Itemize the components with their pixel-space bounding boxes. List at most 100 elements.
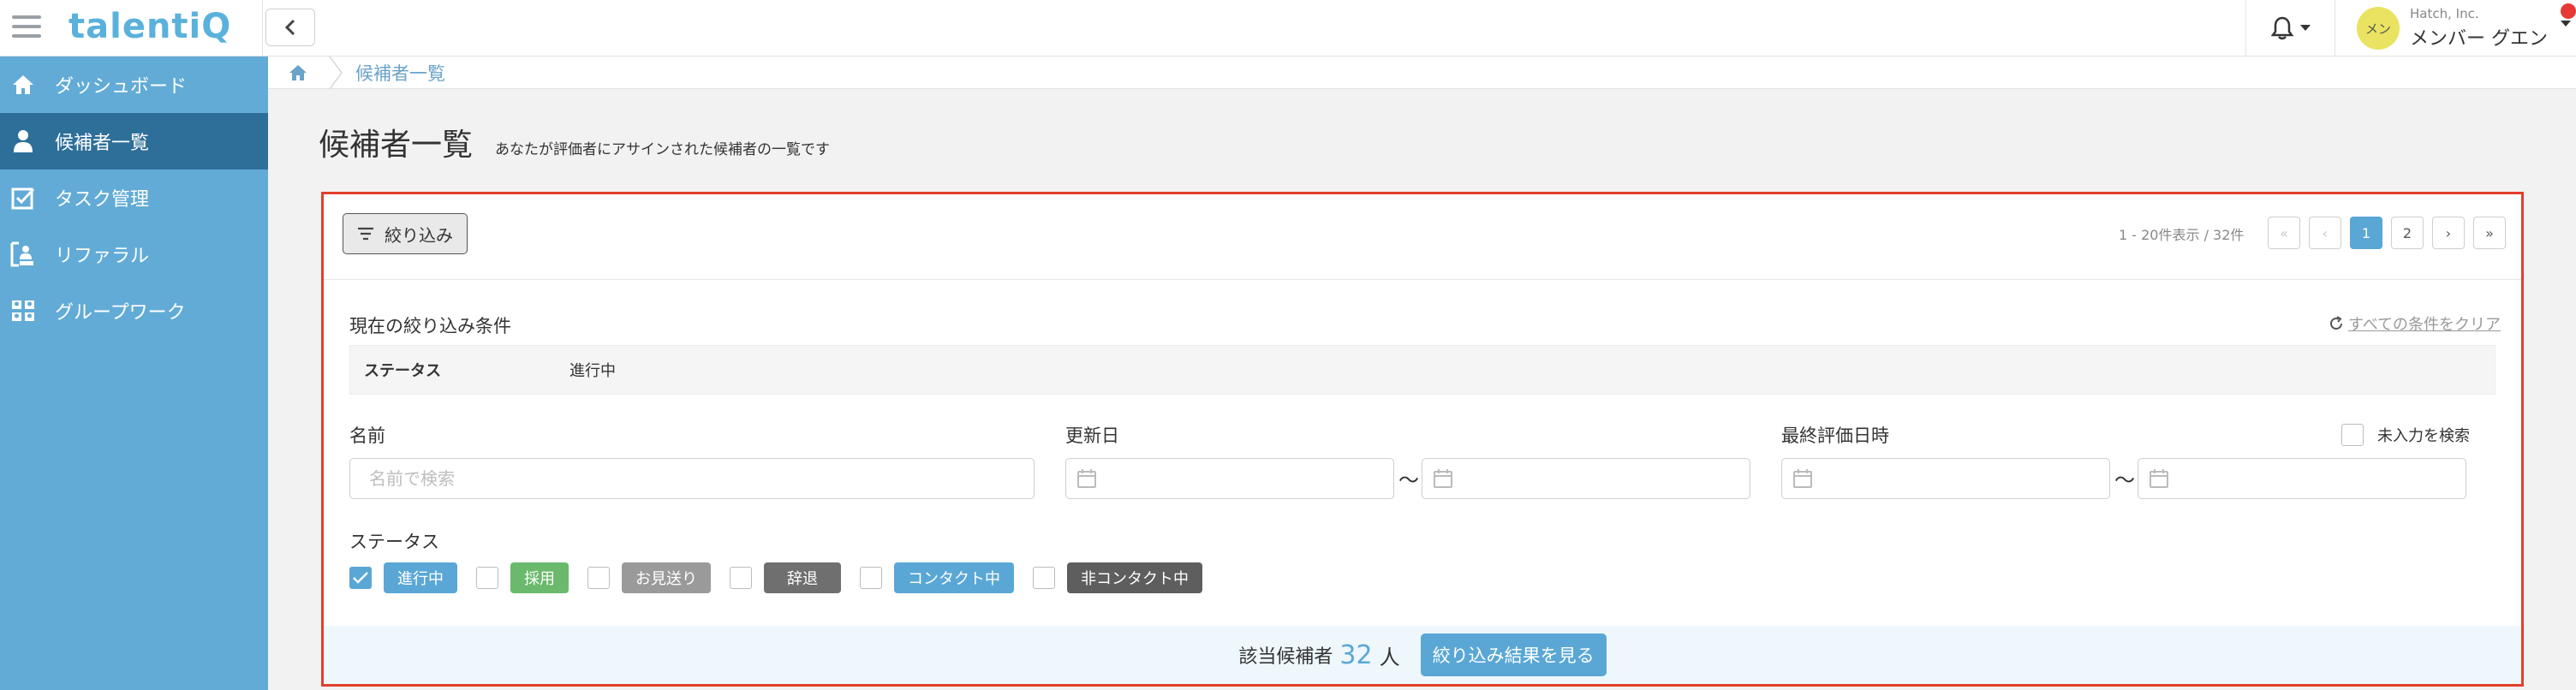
check-icon xyxy=(353,572,368,584)
page-description: あなたが評価者にアサインされた候補者の一覧です xyxy=(495,141,830,158)
status-label: ステータス xyxy=(349,532,439,552)
range-separator: 〜 xyxy=(2114,468,2135,492)
breadcrumb-current[interactable]: 候補者一覧 xyxy=(355,60,445,86)
status-badge: 進行中 xyxy=(384,562,457,593)
status-option-rejected[interactable]: お見送り xyxy=(587,562,711,593)
notifications-button[interactable] xyxy=(2261,12,2321,45)
status-option-not-contacting[interactable]: 非コンタクト中 xyxy=(1033,562,1202,593)
status-badge: 非コンタクト中 xyxy=(1067,562,1202,593)
sidebar-item-label: リファラル xyxy=(55,246,150,267)
next-page-button[interactable]: › xyxy=(2432,217,2465,249)
clear-conditions-label: すべての条件をクリア xyxy=(2348,316,2501,334)
home-icon xyxy=(289,64,307,80)
status-badge: お見送り xyxy=(622,562,711,593)
result-label: 該当候補者 xyxy=(1238,646,1333,668)
top-bar: talentiQ メン Hatch, Inc. メンバー グエン xyxy=(0,0,2576,57)
status-badge: 辞退 xyxy=(764,562,841,593)
notification-dot xyxy=(2561,3,2576,19)
status-option-in-progress[interactable]: 進行中 xyxy=(349,562,457,593)
status-checkbox[interactable] xyxy=(860,567,882,589)
view-results-button[interactable]: 絞り込み結果を見る xyxy=(1420,633,1607,676)
condition-row: ステータス 進行中 xyxy=(349,345,2496,395)
status-checkbox[interactable] xyxy=(730,567,752,589)
user-meta: Hatch, Inc. メンバー グエン xyxy=(2410,6,2548,51)
result-count: 32 xyxy=(1339,639,1373,670)
sidebar-item-label: グループワーク xyxy=(55,302,186,324)
calendar-icon xyxy=(2150,469,2168,488)
result-unit: 人 xyxy=(1379,645,1400,669)
empty-search-option[interactable]: 未入力を検索 xyxy=(2341,424,2470,446)
last-page-button[interactable]: » xyxy=(2473,217,2506,249)
panel-header: 絞り込み 1 - 20件表示 / 32件 « ‹ 1 2 › » xyxy=(324,194,2521,280)
updated-date-from[interactable] xyxy=(1065,458,1394,499)
sidebar-item-label: タスク管理 xyxy=(55,189,150,211)
home-icon xyxy=(10,72,36,98)
calendar-icon xyxy=(1434,469,1452,488)
status-option-hired[interactable]: 採用 xyxy=(476,562,569,593)
condition-key: ステータス xyxy=(364,362,441,380)
bell-icon xyxy=(2271,16,2293,40)
status-badge: コンタクト中 xyxy=(894,562,1014,593)
user-menu[interactable]: メン Hatch, Inc. メンバー グエン xyxy=(2348,0,2576,57)
name-search-input[interactable] xyxy=(349,458,1035,499)
sidebar-item-tasks[interactable]: タスク管理 xyxy=(0,170,268,226)
calendar-icon xyxy=(1793,469,1812,488)
breadcrumb-home[interactable] xyxy=(268,57,328,89)
result-bar: 該当候補者 32 人 絞り込み結果を見る xyxy=(324,626,2521,684)
sidebar-item-label: ダッシュボード xyxy=(55,76,188,98)
menu-icon[interactable] xyxy=(12,15,41,39)
empty-search-label: 未入力を検索 xyxy=(2377,427,2470,445)
last-evaluation-from[interactable] xyxy=(1781,458,2110,499)
sidebar-item-dashboard[interactable]: ダッシュボード xyxy=(0,57,268,113)
status-option-contacting[interactable]: コンタクト中 xyxy=(860,562,1014,593)
sidebar-item-groupwork[interactable]: グループワーク xyxy=(0,283,268,339)
person-icon xyxy=(10,128,36,154)
sidebar: ダッシュボード 候補者一覧 タスク管理 リファラル グループワーク xyxy=(0,57,268,690)
empty-search-checkbox[interactable] xyxy=(2341,424,2364,446)
pagination: « ‹ 1 2 › » xyxy=(2268,217,2506,249)
breadcrumb-separator xyxy=(329,56,343,89)
status-badge: 採用 xyxy=(510,562,569,593)
filter-icon xyxy=(358,227,373,241)
divider xyxy=(262,0,263,57)
status-option-declined[interactable]: 辞退 xyxy=(730,562,841,593)
user-name: メンバー グエン xyxy=(2410,28,2548,50)
first-page-button[interactable]: « xyxy=(2268,217,2300,249)
last-evaluation-to[interactable] xyxy=(2138,458,2466,499)
calendar-icon xyxy=(1077,469,1096,488)
conditions-title: 現在の絞り込み条件 xyxy=(349,316,511,336)
prev-page-button[interactable]: ‹ xyxy=(2309,217,2341,249)
status-checkbox[interactable] xyxy=(476,567,498,589)
status-checkbox[interactable] xyxy=(349,567,372,589)
caret-down-icon xyxy=(2300,25,2311,31)
avatar: メン xyxy=(2357,7,2400,50)
name-label: 名前 xyxy=(349,425,385,446)
clear-conditions-link[interactable]: すべての条件をクリア xyxy=(2328,312,2501,335)
chevron-left-icon xyxy=(284,19,295,36)
sidebar-item-referral[interactable]: リファラル xyxy=(0,226,268,283)
status-checkbox[interactable] xyxy=(1033,567,1055,589)
page-button[interactable]: 1 xyxy=(2350,217,2382,249)
filter-button-label: 絞り込み xyxy=(385,224,453,246)
collapse-sidebar-button[interactable] xyxy=(265,9,315,46)
breadcrumb: 候補者一覧 xyxy=(268,56,2576,89)
group-icon xyxy=(10,298,36,324)
page-button[interactable]: 2 xyxy=(2391,217,2424,249)
divider xyxy=(2334,0,2335,57)
condition-value: 進行中 xyxy=(569,362,616,380)
divider xyxy=(2245,0,2246,57)
last-evaluation-label: 最終評価日時 xyxy=(1781,425,1889,446)
page-title: 候補者一覧 xyxy=(319,128,474,163)
filter-panel: 絞り込み 1 - 20件表示 / 32件 « ‹ 1 2 › » 現在の絞り込み… xyxy=(321,192,2524,687)
caret-down-icon xyxy=(2561,21,2571,27)
updated-date-label: 更新日 xyxy=(1065,425,1119,446)
app-logo[interactable]: talentiQ xyxy=(69,7,231,46)
sidebar-item-candidates[interactable]: 候補者一覧 xyxy=(0,113,268,170)
refresh-icon xyxy=(2330,316,2342,330)
updated-date-to[interactable] xyxy=(1422,458,1750,499)
referral-icon xyxy=(10,241,36,267)
checkbox-icon xyxy=(10,185,36,211)
status-checkbox[interactable] xyxy=(587,567,610,589)
sidebar-item-label: 候補者一覧 xyxy=(55,133,150,154)
filter-button[interactable]: 絞り込み xyxy=(343,213,468,254)
